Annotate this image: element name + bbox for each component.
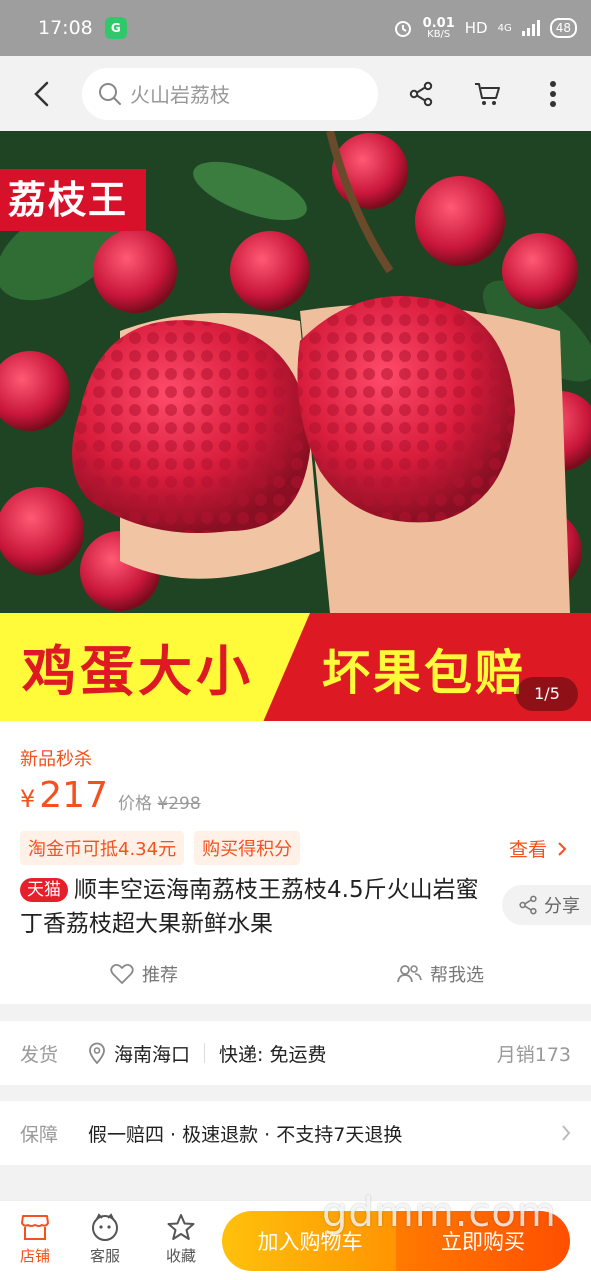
hero-banner-right-text: 坏果包赔 bbox=[322, 645, 527, 701]
top-nav: 火山岩荔枝 bbox=[0, 56, 591, 131]
tmall-badge: 天猫 bbox=[20, 878, 68, 902]
help-choose-button[interactable]: 帮我选 bbox=[396, 961, 484, 987]
guarantee-text: 假一赔四 · 极速退款 · 不支持7天退换 bbox=[88, 1123, 403, 1146]
store-label: 店铺 bbox=[19, 1247, 50, 1265]
net-speed-unit: KB/S bbox=[427, 28, 451, 40]
product-title: 顺丰空运海南荔枝王荔枝4.5斤火山岩蜜丁香荔枝超大果新鲜水果 bbox=[20, 877, 479, 937]
customer-service-tab[interactable]: 客服 bbox=[75, 1213, 135, 1266]
monthly-sales: 月销173 bbox=[496, 1043, 571, 1066]
search-icon bbox=[99, 82, 121, 105]
guarantee-row[interactable]: 保障 假一赔四 · 极速退款 · 不支持7天退换 bbox=[0, 1101, 591, 1165]
express-fee: 快递: 免运费 bbox=[219, 1043, 327, 1066]
product-title-block: 天猫 顺丰空运海南荔枝王荔枝4.5斤火山岩蜜丁香荔枝超大果新鲜水果 bbox=[20, 873, 490, 941]
price: ¥ 217 bbox=[20, 775, 108, 816]
net-speed-value: 0.01 bbox=[422, 15, 455, 31]
promo-tag: 新品秒杀 bbox=[20, 749, 92, 770]
back-icon bbox=[34, 81, 49, 106]
share-label: 分享 bbox=[544, 896, 580, 917]
status-right-group: 0.01 KB/S HD 4G 48 bbox=[393, 17, 577, 40]
watermark: gdmm.com bbox=[322, 1190, 557, 1236]
share-icon bbox=[409, 81, 433, 106]
original-price-label: 价格 bbox=[118, 794, 152, 814]
recommend-label: 推荐 bbox=[142, 965, 178, 986]
back-button[interactable] bbox=[12, 64, 72, 124]
points-chip[interactable]: 购买得积分 bbox=[194, 831, 301, 865]
image-counter: 1/5 bbox=[516, 677, 578, 711]
more-button[interactable] bbox=[528, 64, 578, 124]
location-pin-icon bbox=[89, 1042, 105, 1064]
star-icon bbox=[167, 1214, 195, 1240]
share-pill-button[interactable]: 分享 bbox=[502, 885, 591, 925]
status-time: 17:08 bbox=[38, 17, 93, 39]
network-type: 4G bbox=[497, 22, 512, 34]
shipping-row[interactable]: 发货 海南海口 快递: 免运费 月销173 bbox=[0, 1021, 591, 1085]
original-price-currency: ¥ bbox=[157, 794, 169, 814]
status-bar: 17:08 G 0.01 KB/S HD 4G 48 bbox=[0, 0, 591, 56]
original-price-value: 298 bbox=[168, 794, 201, 814]
chevron-right-icon bbox=[558, 841, 567, 856]
favorite-tab[interactable]: 收藏 bbox=[151, 1213, 211, 1266]
hero-banner-left-text: 鸡蛋大小 bbox=[22, 640, 254, 703]
coin-discount-chip[interactable]: 淘金币可抵4.34元 bbox=[20, 831, 185, 865]
view-more-label: 查看 bbox=[508, 839, 547, 861]
view-more-link[interactable]: 查看 bbox=[509, 835, 567, 862]
search-placeholder: 火山岩荔枝 bbox=[130, 83, 230, 107]
search-input[interactable]: 火山岩荔枝 bbox=[82, 67, 378, 120]
product-info-card: 新品秒杀 ¥ 217 价格 ¥298 淘金币可抵4.34元 购买得积分 查看 天… bbox=[0, 721, 591, 1004]
price-value: 217 bbox=[39, 775, 108, 816]
hd-indicator: HD bbox=[464, 19, 488, 37]
cart-icon bbox=[475, 82, 500, 105]
shipping-label: 发货 bbox=[20, 1043, 59, 1066]
store-tab[interactable]: 店铺 bbox=[5, 1213, 65, 1266]
share-icon bbox=[519, 895, 537, 915]
divider bbox=[204, 1043, 206, 1063]
ship-location: 海南海口 bbox=[114, 1043, 191, 1066]
people-icon bbox=[397, 965, 422, 983]
share-button[interactable] bbox=[396, 64, 446, 124]
chevron-right-icon bbox=[562, 1125, 571, 1141]
more-icon bbox=[550, 80, 556, 107]
help-choose-label: 帮我选 bbox=[430, 965, 484, 986]
heart-icon bbox=[110, 964, 134, 984]
promo-chips: 淘金币可抵4.34元 购买得积分 bbox=[20, 831, 301, 865]
service-label: 客服 bbox=[89, 1247, 120, 1265]
alarm-icon bbox=[394, 21, 411, 37]
store-icon bbox=[21, 1215, 49, 1240]
price-currency: ¥ bbox=[20, 785, 36, 813]
customer-service-icon bbox=[92, 1213, 118, 1241]
hero-banner: 鸡蛋大小 坏果包赔 bbox=[0, 613, 591, 721]
signal-icon bbox=[521, 20, 540, 36]
cart-button[interactable] bbox=[462, 64, 512, 124]
guarantee-label: 保障 bbox=[20, 1123, 59, 1146]
battery-icon: 48 bbox=[549, 18, 577, 38]
favorite-label: 收藏 bbox=[165, 1247, 196, 1265]
ship-from: 海南海口 bbox=[88, 1040, 190, 1067]
app-notification-icon: G bbox=[104, 17, 127, 39]
hero-badge-title: 荔枝王 bbox=[0, 169, 147, 231]
product-image-carousel[interactable]: 荔枝王 鸡蛋大小 坏果包赔 1/5 bbox=[0, 131, 591, 721]
recommend-button[interactable]: 推荐 bbox=[110, 961, 178, 987]
net-speed: 0.01 KB/S bbox=[423, 17, 455, 40]
original-price: 价格 ¥298 bbox=[118, 789, 201, 814]
